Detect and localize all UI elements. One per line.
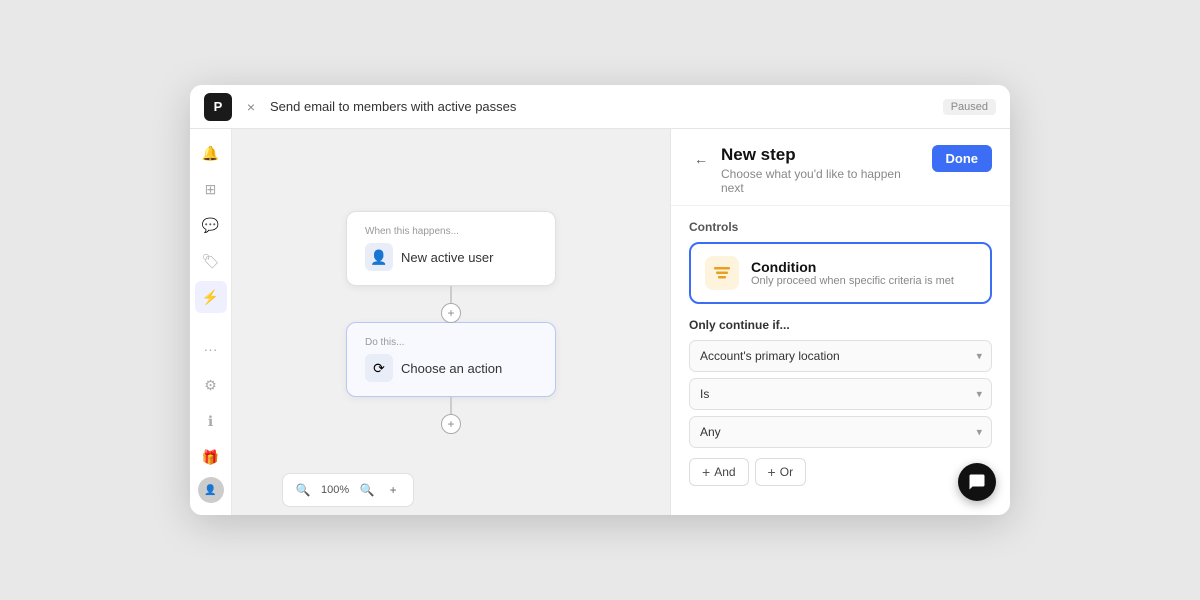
sidebar-icon-info[interactable]: ℹ [195,405,227,437]
only-continue-label: Only continue if... [689,318,992,332]
action-icon: ⟳ [365,354,393,382]
condition-title: Condition [751,259,954,275]
value-filter-select[interactable]: Any None Custom [689,416,992,448]
add-canvas-button[interactable]: + [381,478,405,502]
workflow-title: Send email to members with active passes [270,99,933,114]
controls-label: Controls [689,220,992,234]
trigger-label: When this happens... [365,226,537,237]
or-button[interactable]: + Or [755,458,807,486]
and-button[interactable]: + And [689,458,749,486]
action-label: Do this... [365,337,537,348]
panel-title-area: New step Choose what you'd like to happe… [721,145,924,195]
sidebar-icon-zap[interactable]: ⚡ [195,281,227,313]
zoom-level: 100% [317,484,353,496]
sidebar-icon-dots[interactable]: ··· [195,333,227,365]
connector-bottom: + [450,397,452,433]
zoom-in-button[interactable]: 🔍 [355,478,379,502]
main-content: 🔔 ⊞ 💬 🏷 ⚡ ··· ⚙ ℹ 🎁 👤 When this happens.… [190,129,1010,515]
operator-filter-select[interactable]: Is Is not Contains [689,378,992,410]
canvas-toolbar: 🔍 100% 🔍 + [282,473,414,507]
sidebar: 🔔 ⊞ 💬 🏷 ⚡ ··· ⚙ ℹ 🎁 👤 [190,129,232,515]
sidebar-icon-tag[interactable]: 🏷 [195,245,227,277]
status-badge: Paused [943,99,996,115]
condition-card[interactable]: Condition Only proceed when specific cri… [689,242,992,304]
add-step-bottom[interactable]: + [441,414,461,434]
filter-buttons: + And + Or [689,458,992,486]
panel-title: New step [721,145,924,165]
sidebar-icon-settings[interactable]: ⚙ [195,369,227,401]
value-filter-wrap: Any None Custom [689,416,992,448]
sidebar-icon-chat[interactable]: 💬 [195,209,227,241]
trigger-node[interactable]: When this happens... 👤 New active user [346,211,556,286]
connector-top: + [450,286,452,322]
chat-fab-button[interactable] [958,463,996,501]
location-filter-select[interactable]: Account's primary location Account name … [689,340,992,372]
and-plus-icon: + [702,464,710,480]
zoom-out-button[interactable]: 🔍 [291,478,315,502]
canvas-area: When this happens... 👤 New active user +… [232,129,670,515]
condition-desc: Only proceed when specific criteria is m… [751,275,954,287]
sidebar-icon-bell[interactable]: 🔔 [195,137,227,169]
and-label: And [714,465,735,479]
back-button[interactable]: ← [689,147,713,171]
avatar[interactable]: 👤 [198,477,224,503]
done-button[interactable]: Done [932,145,993,172]
action-text: Choose an action [401,361,502,376]
right-panel: ← New step Choose what you'd like to hap… [670,129,1010,515]
panel-header: ← New step Choose what you'd like to hap… [671,129,1010,206]
panel-subtitle: Choose what you'd like to happen next [721,167,924,195]
action-node[interactable]: Do this... ⟳ Choose an action [346,322,556,397]
top-bar: P × Send email to members with active pa… [190,85,1010,129]
or-plus-icon: + [768,464,776,480]
trigger-icon: 👤 [365,243,393,271]
close-button[interactable]: × [242,98,260,116]
or-label: Or [780,465,793,479]
operator-filter-wrap: Is Is not Contains [689,378,992,410]
condition-icon [705,256,739,290]
trigger-text: New active user [401,250,493,265]
location-filter-wrap: Account's primary location Account name … [689,340,992,372]
panel-body: Controls Condition Only proceed when spe… [671,206,1010,515]
add-step-top[interactable]: + [441,303,461,323]
app-logo: P [204,93,232,121]
sidebar-icon-grid[interactable]: ⊞ [195,173,227,205]
sidebar-icon-gift[interactable]: 🎁 [195,441,227,473]
